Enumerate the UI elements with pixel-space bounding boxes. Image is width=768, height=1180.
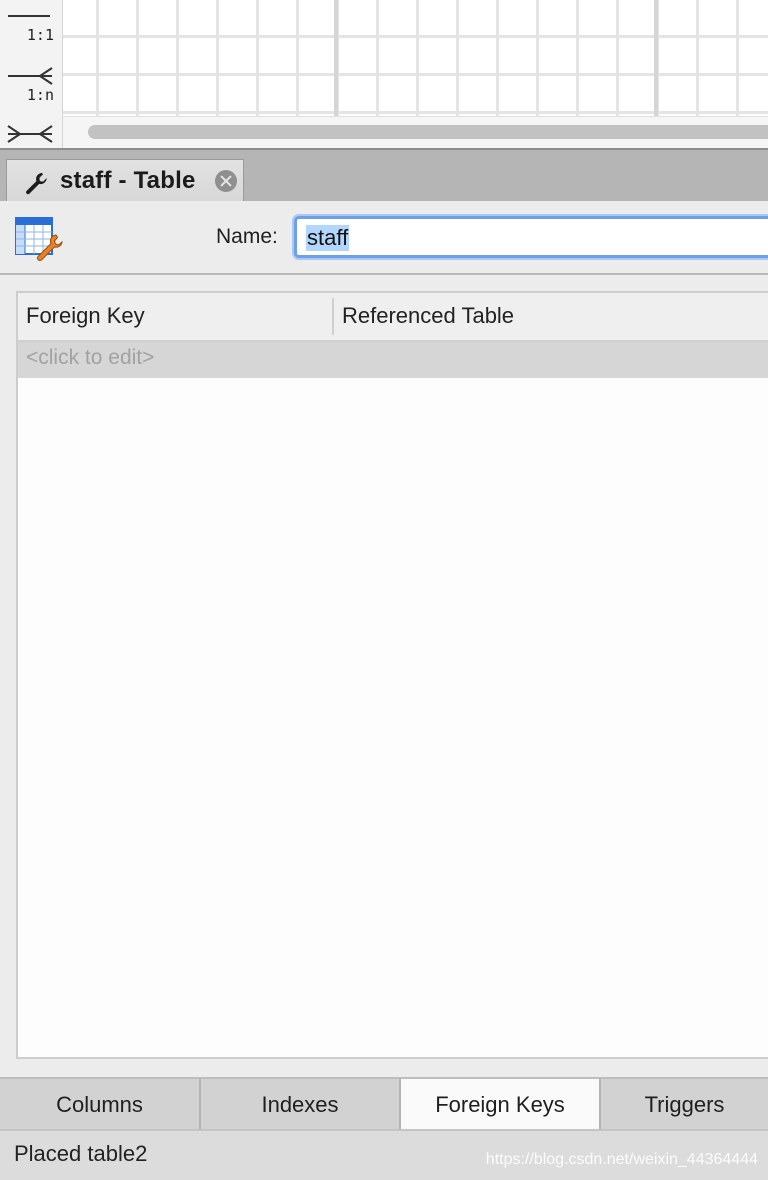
tab-columns[interactable]: Columns xyxy=(0,1079,201,1131)
tab-title: staff - Table xyxy=(60,167,196,194)
scrollbar-thumb[interactable] xyxy=(88,125,768,139)
tab-triggers[interactable]: Triggers xyxy=(601,1079,768,1131)
column-header-foreign-key[interactable]: Foreign Key xyxy=(26,303,145,329)
foreign-keys-grid: Foreign Key Referenced Table <click to e… xyxy=(16,291,768,1059)
name-label: Name: xyxy=(216,225,278,248)
one-to-one-label: 1:1 xyxy=(26,26,54,44)
table-name-row: Name: staff xyxy=(0,201,768,275)
many-to-many-icon xyxy=(7,125,53,143)
relationship-toolbar: 1:1 1:n xyxy=(0,0,63,148)
close-icon[interactable] xyxy=(215,170,237,192)
wrench-icon xyxy=(26,173,47,195)
watermark: https://blog.csdn.net/weixin_44364444 xyxy=(485,1151,758,1168)
editor-bottom-tabs: Columns Indexes Foreign Keys Triggers xyxy=(0,1077,768,1131)
diagram-area: 1:1 1:n xyxy=(0,0,768,149)
click-to-edit-placeholder: <click to edit> xyxy=(26,346,155,369)
horizontal-scrollbar[interactable] xyxy=(63,116,768,149)
one-to-many-label: 1:n xyxy=(26,86,54,104)
column-separator[interactable] xyxy=(332,298,334,335)
table-name-value: staff xyxy=(306,225,350,251)
tab-indexes[interactable]: Indexes xyxy=(201,1079,401,1131)
grid-line xyxy=(334,0,338,116)
one-to-many-tool[interactable]: 1:n xyxy=(0,56,62,114)
status-bar: Placed table2 https://blog.csdn.net/weix… xyxy=(0,1129,768,1180)
table-editor-icon xyxy=(15,217,63,261)
table-name-input[interactable]: staff xyxy=(294,216,768,258)
grid-line xyxy=(654,0,658,116)
diagram-canvas[interactable] xyxy=(63,0,768,116)
one-to-one-tool[interactable]: 1:1 xyxy=(0,0,62,56)
column-header-referenced-table[interactable]: Referenced Table xyxy=(342,303,514,329)
many-to-many-tool[interactable] xyxy=(0,114,62,148)
grid-header: Foreign Key Referenced Table xyxy=(18,293,768,342)
one-to-many-icon xyxy=(8,67,53,85)
editor-tab[interactable]: staff - Table xyxy=(6,159,244,203)
editor-tab-strip: staff - Table xyxy=(0,148,768,203)
status-text: Placed table2 xyxy=(14,1141,148,1166)
tab-foreign-keys[interactable]: Foreign Keys xyxy=(401,1079,601,1131)
new-foreign-key-row[interactable]: <click to edit> xyxy=(18,342,768,378)
